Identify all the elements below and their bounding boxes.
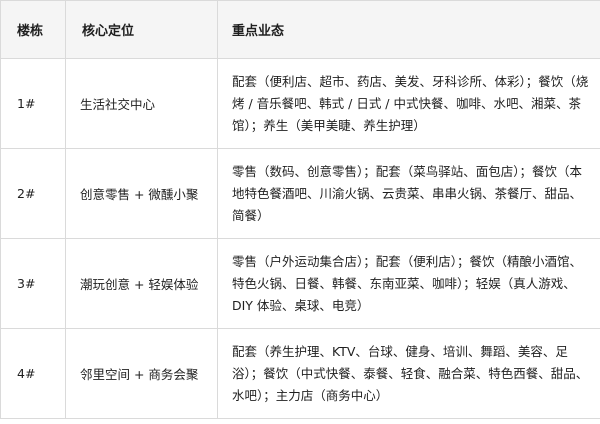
- header-building: 楼栋: [0, 0, 66, 59]
- table-row: 3# 潮玩创意 + 轻娱体验 零售（户外运动集合店）；配套（便利店）；餐饮（精酿…: [0, 238, 600, 329]
- table-row: 2# 创意零售 + 微醺小聚 零售（数码、创意零售）；配套（菜鸟驿站、面包店）；…: [0, 148, 600, 239]
- position-cell: 创意零售 + 微醺小聚: [65, 148, 218, 239]
- building-cell: 3#: [0, 238, 66, 329]
- table-header-row: 楼栋 核心定位 重点业态: [0, 0, 600, 59]
- table-row: 1# 生活社交中心 配套（便利店、超市、药店、美发、牙科诊所、体彩）；餐饮（烧烤…: [0, 58, 600, 149]
- formats-cell: 配套（便利店、超市、药店、美发、牙科诊所、体彩）；餐饮（烧烤 / 音乐餐吧、韩式…: [217, 58, 600, 149]
- building-cell: 1#: [0, 58, 66, 149]
- formats-cell: 配套（养生护理、KTV、台球、健身、培训、舞蹈、美容、足浴）；餐饮（中式快餐、泰…: [217, 328, 600, 419]
- business-format-table: 楼栋 核心定位 重点业态 1# 生活社交中心 配套（便利店、超市、药店、美发、牙…: [0, 0, 600, 419]
- formats-cell: 零售（数码、创意零售）；配套（菜鸟驿站、面包店）；餐饮（本地特色餐酒吧、川渝火锅…: [217, 148, 600, 239]
- position-cell: 生活社交中心: [65, 58, 218, 149]
- table-row: 4# 邻里空间 + 商务会聚 配套（养生护理、KTV、台球、健身、培训、舞蹈、美…: [0, 328, 600, 419]
- position-cell: 潮玩创意 + 轻娱体验: [65, 238, 218, 329]
- header-key-formats: 重点业态: [217, 0, 600, 59]
- position-cell: 邻里空间 + 商务会聚: [65, 328, 218, 419]
- header-core-position: 核心定位: [65, 0, 218, 59]
- building-cell: 2#: [0, 148, 66, 239]
- building-cell: 4#: [0, 328, 66, 419]
- formats-cell: 零售（户外运动集合店）；配套（便利店）；餐饮（精酿小酒馆、特色火锅、日餐、韩餐、…: [217, 238, 600, 329]
